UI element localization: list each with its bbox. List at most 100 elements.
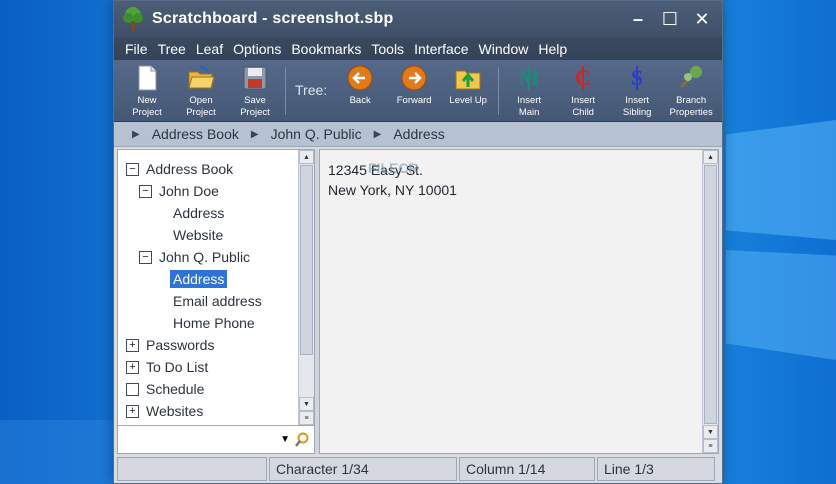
open-folder-icon	[188, 66, 215, 89]
forward-button[interactable]: Forward	[387, 60, 441, 122]
folder-up-icon	[455, 70, 481, 90]
back-button[interactable]: Back	[333, 60, 387, 122]
collapse-icon[interactable]: −	[139, 184, 152, 198]
branch-properties-icon	[680, 66, 703, 89]
minimize-button[interactable]: –	[622, 1, 654, 37]
menu-leaf[interactable]: Leaf	[191, 41, 228, 57]
insert-child-label: Insert Child	[571, 95, 596, 118]
insert-main-button[interactable]: M Insert Main	[502, 60, 556, 122]
expand-icon[interactable]: +	[126, 404, 139, 418]
tree-node-label: Address	[173, 205, 225, 221]
expand-icon[interactable]: +	[126, 338, 139, 352]
scroll-down-icon[interactable]: ▼	[299, 397, 314, 411]
tree-node[interactable]: + To Do List	[118, 356, 300, 378]
branch-properties-label: Branch Properties	[669, 95, 713, 118]
menu-interface[interactable]: Interface	[409, 41, 473, 57]
forward-arrow-icon	[401, 65, 427, 91]
content-scrollbar[interactable]: ▲ ▼ ≡	[702, 150, 718, 453]
tree-list: − Address Book − John Doe Address Websit…	[118, 150, 300, 425]
tree-app-icon	[123, 7, 143, 31]
collapse-icon[interactable]: −	[126, 162, 139, 176]
menu-tools[interactable]: Tools	[366, 41, 409, 57]
leaf-content-pane[interactable]: 12345 Easy St. New York, NY 10001 FILECR…	[319, 149, 719, 454]
maximize-button[interactable]: ☐	[654, 1, 686, 37]
tree-node[interactable]: − Address Book	[118, 158, 300, 180]
back-arrow-icon	[347, 65, 373, 91]
tree-node-label: Schedule	[146, 381, 205, 397]
tree-node-label: Passwords	[146, 337, 215, 353]
level-up-label: Level Up	[449, 95, 487, 106]
level-up-button[interactable]: Level Up	[441, 60, 495, 122]
watermark: FILECR	[368, 160, 419, 176]
tree-node[interactable]: Home Phone	[118, 312, 300, 334]
expand-icon[interactable]: +	[126, 360, 139, 374]
tree-node[interactable]: − John Q. Public	[118, 246, 300, 268]
open-project-button[interactable]: Open Project	[174, 60, 228, 122]
new-project-label: New Project	[132, 95, 162, 118]
tree-node-label: John Q. Public	[159, 249, 251, 265]
title-bar[interactable]: Scratchboard - screenshot.sbp – ☐ ✕	[114, 1, 722, 37]
menu-help[interactable]: Help	[533, 41, 572, 57]
new-project-button[interactable]: New Project	[120, 60, 174, 122]
wallpaper-pane	[726, 250, 836, 360]
scroll-grip-icon[interactable]: ≡	[299, 411, 314, 425]
insert-main-label: Insert Main	[517, 95, 542, 118]
scroll-up-icon[interactable]: ▲	[703, 150, 718, 164]
breadcrumb-arrow-icon: ▶	[132, 128, 140, 140]
insert-sibling-label: Insert Sibling	[622, 95, 652, 118]
empty-node-icon	[126, 382, 139, 396]
toolbar-separator	[285, 67, 286, 115]
tree-scrollbar[interactable]: ▲ ▼ ≡	[298, 150, 314, 425]
main-area: − Address Book − John Doe Address Websit…	[117, 149, 719, 454]
menu-tree[interactable]: Tree	[153, 41, 191, 57]
forward-label: Forward	[396, 95, 432, 106]
tree-node[interactable]: Schedule	[118, 378, 300, 400]
menu-file[interactable]: File	[120, 41, 153, 57]
tree-node[interactable]: Website	[118, 224, 300, 246]
open-project-label: Open Project	[186, 95, 216, 118]
new-document-icon	[138, 65, 157, 91]
tree-node-label: John Doe	[159, 183, 219, 199]
tree-search-bar[interactable]: ▼	[118, 425, 314, 453]
status-empty	[117, 457, 267, 481]
branch-properties-button[interactable]: Branch Properties	[664, 60, 718, 122]
menu-bar: File Tree Leaf Options Bookmarks Tools I…	[114, 37, 722, 60]
collapse-icon[interactable]: −	[139, 250, 152, 264]
search-icon[interactable]	[294, 432, 310, 448]
tree-node-selected[interactable]: Address	[118, 268, 300, 290]
toolbar-separator	[498, 67, 500, 115]
tree-node-label: To Do List	[146, 359, 209, 375]
breadcrumb-item[interactable]: Address	[393, 126, 444, 142]
menu-options[interactable]: Options	[228, 41, 286, 57]
tree-node[interactable]: Email address	[118, 290, 300, 312]
back-label: Back	[349, 95, 371, 106]
menu-bookmarks[interactable]: Bookmarks	[286, 41, 366, 57]
wallpaper-pane	[0, 420, 115, 484]
floppy-disk-icon	[243, 66, 267, 90]
close-button[interactable]: ✕	[686, 1, 718, 37]
dropdown-arrow-icon[interactable]: ▼	[280, 434, 290, 445]
breadcrumb-item[interactable]: John Q. Public	[271, 126, 362, 142]
tree-node[interactable]: Address	[118, 202, 300, 224]
tree-node[interactable]: − John Doe	[118, 180, 300, 202]
menu-window[interactable]: Window	[474, 41, 534, 57]
tree-pane: − Address Book − John Doe Address Websit…	[117, 149, 315, 454]
insert-sibling-icon: S	[631, 65, 643, 90]
insert-child-button[interactable]: C Insert Child	[556, 60, 610, 122]
save-project-label: Save Project	[240, 95, 270, 118]
scroll-down-icon[interactable]: ▼	[703, 425, 718, 439]
scrollbar-thumb[interactable]	[300, 165, 313, 355]
tree-node-label: Address	[170, 270, 228, 288]
tree-node[interactable]: + Passwords	[118, 334, 300, 356]
breadcrumb-item[interactable]: Address Book	[152, 126, 239, 142]
save-project-button[interactable]: Save Project	[228, 60, 282, 122]
wallpaper-pane	[726, 120, 836, 240]
scroll-up-icon[interactable]: ▲	[299, 150, 314, 164]
status-bar: Character 1/34 Column 1/14 Line 1/3	[117, 457, 719, 481]
tree-node[interactable]: + Websites	[118, 400, 300, 422]
scrollbar-thumb[interactable]	[704, 165, 717, 424]
scroll-grip-icon[interactable]: ≡	[703, 439, 718, 453]
insert-child-icon: C	[575, 65, 591, 90]
tree-node-label: Address Book	[146, 161, 234, 177]
insert-sibling-button[interactable]: S Insert Sibling	[610, 60, 664, 122]
